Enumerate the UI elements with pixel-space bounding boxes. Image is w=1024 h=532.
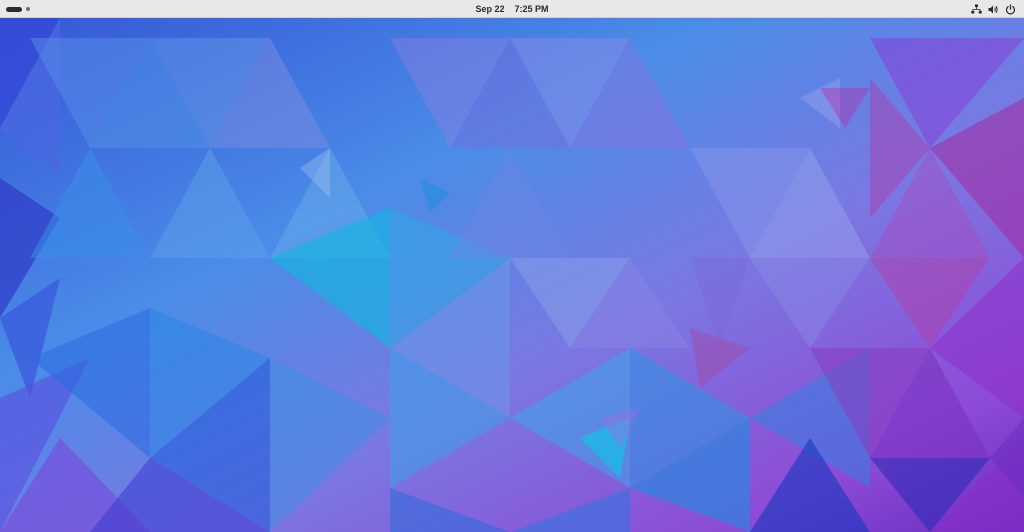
network-wired-icon xyxy=(971,4,982,15)
top-bar: Sep 22 7:25 PM xyxy=(0,0,1024,18)
system-status-area[interactable] xyxy=(971,2,1016,16)
clock-button[interactable]: Sep 22 7:25 PM xyxy=(475,4,548,14)
desktop-wallpaper xyxy=(0,18,1024,532)
date-time-area: Sep 22 7:25 PM xyxy=(0,0,1024,18)
workspace-indicator[interactable] xyxy=(26,7,30,11)
time-label: 7:25 PM xyxy=(514,4,549,14)
volume-icon xyxy=(988,4,999,15)
workspace-indicator-active[interactable] xyxy=(6,6,22,12)
desktop[interactable]: Sep 22 7:25 PM xyxy=(0,0,1024,532)
date-label: Sep 22 xyxy=(475,4,505,14)
activities-button[interactable] xyxy=(6,3,30,15)
power-icon xyxy=(1005,3,1016,15)
